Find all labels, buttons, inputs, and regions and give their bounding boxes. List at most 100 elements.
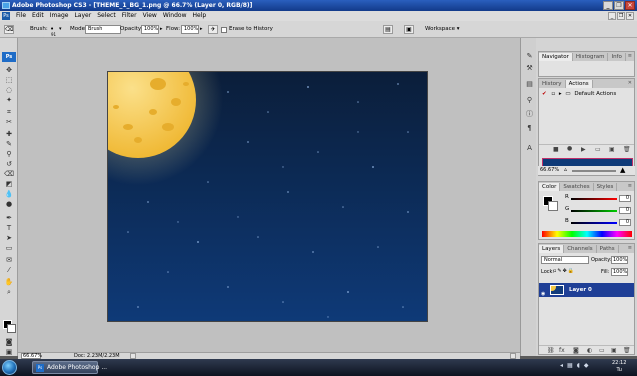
new-group-icon[interactable]: ▭ <box>599 347 605 354</box>
canvas-area[interactable] <box>18 38 520 352</box>
taskbar-photoshop-button[interactable]: Ps Adobe Photoshop ... <box>32 361 107 374</box>
zoom-out-icon[interactable]: ▵ <box>564 166 567 173</box>
menu-file[interactable]: File <box>13 11 29 21</box>
red-slider[interactable] <box>571 198 617 200</box>
zoom-tool-icon[interactable]: ⌕ <box>4 288 14 296</box>
volume-icon[interactable]: ◖ <box>577 362 580 369</box>
eyedropper-tool-icon[interactable]: ⁄ <box>4 266 14 274</box>
brush-picker-chevron-icon[interactable]: ▾ <box>59 21 62 38</box>
color-panel-menu-icon[interactable]: ≡ <box>628 183 632 189</box>
tool-presets-icon[interactable]: ▣ <box>404 25 414 34</box>
notes-tool-icon[interactable]: ✉ <box>4 256 14 264</box>
move-tool-icon[interactable]: ✥ <box>4 66 14 74</box>
menu-select[interactable]: Select <box>94 11 119 21</box>
tab-paths[interactable]: Paths <box>597 245 619 253</box>
delete-icon[interactable]: 🗑 <box>623 146 631 153</box>
type-tool-icon[interactable]: T <box>4 224 14 232</box>
opacity-chevron-icon[interactable]: ▸ <box>160 21 163 38</box>
doc-restore-button[interactable]: ❐ <box>617 12 625 20</box>
eraser-tool-preset-icon[interactable]: ⌫ <box>4 25 14 34</box>
quick-mask-icon[interactable]: ◙ <box>4 338 14 346</box>
taskbar-clock[interactable]: 22:12 Tu <box>612 360 626 374</box>
eraser-tool-icon[interactable]: ⌫ <box>4 170 14 178</box>
pen-tool-icon[interactable]: ✒ <box>4 214 14 222</box>
document-canvas[interactable] <box>107 71 428 322</box>
dodge-tool-icon[interactable]: ● <box>4 200 14 208</box>
adjustment-layer-icon[interactable]: ◐ <box>587 347 592 354</box>
tab-color[interactable]: Color <box>539 183 561 191</box>
doc-close-button[interactable]: ✕ <box>626 12 634 20</box>
opacity-input[interactable]: 100% <box>141 25 159 34</box>
green-slider[interactable] <box>571 210 617 212</box>
brushes-palette-icon[interactable]: ▤ <box>383 25 393 34</box>
navigator-zoom-value[interactable]: 66.67% <box>540 167 559 173</box>
tab-histogram[interactable]: Histogram <box>573 53 609 61</box>
layer-opacity-input[interactable]: 100% <box>611 256 628 264</box>
tab-actions[interactable]: Actions <box>565 80 593 88</box>
color-spectrum-bar[interactable] <box>542 231 632 237</box>
paragraph-dock-icon[interactable]: ¶ <box>525 124 534 132</box>
record-icon[interactable]: ● <box>567 145 572 152</box>
mode-select[interactable]: Brush <box>85 25 121 34</box>
brushes-dock-icon[interactable]: ✎ <box>525 52 534 60</box>
green-value-input[interactable]: 0 <box>619 207 631 214</box>
blue-slider[interactable] <box>571 222 617 224</box>
new-layer-icon[interactable]: ▣ <box>611 347 617 354</box>
stop-icon[interactable]: ■ <box>553 146 559 153</box>
tab-history[interactable]: History <box>539 80 566 88</box>
character-dock-icon[interactable]: A <box>525 144 534 152</box>
history-brush-tool-icon[interactable]: ↺ <box>4 160 14 168</box>
info-dock-icon[interactable]: ⓘ <box>525 110 534 118</box>
tool-presets-dock-icon[interactable]: ⚒ <box>525 64 534 72</box>
gradient-tool-icon[interactable]: ◩ <box>4 180 14 188</box>
minimize-button[interactable]: _ <box>603 1 613 10</box>
menu-filter[interactable]: Filter <box>119 11 140 21</box>
layers-panel-menu-icon[interactable]: ≡ <box>628 245 632 251</box>
brush-tool-icon[interactable]: ✎ <box>4 140 14 148</box>
clone-source-dock-icon[interactable]: ⚲ <box>525 96 534 104</box>
erase-to-history-checkbox[interactable] <box>221 27 227 33</box>
link-layers-icon[interactable]: ⛓ <box>547 347 555 354</box>
new-set-icon[interactable]: ▭ <box>595 146 601 153</box>
panel-menu-icon[interactable]: ≡ <box>628 53 632 59</box>
layer-fill-input[interactable]: 100% <box>611 268 628 276</box>
blue-value-input[interactable]: 0 <box>619 219 631 226</box>
layer-comps-dock-icon[interactable]: ▤ <box>525 80 534 88</box>
blend-mode-select[interactable]: Normal <box>541 256 589 264</box>
document-icon[interactable]: Ps <box>2 12 10 20</box>
workspace-menu[interactable]: Workspace ▾ <box>425 21 460 38</box>
menu-window[interactable]: Window <box>160 11 190 21</box>
layer-name[interactable]: Layer 0 <box>569 283 592 297</box>
lasso-tool-icon[interactable]: ◌ <box>4 86 14 94</box>
zoom-in-icon[interactable]: ▲ <box>620 166 625 174</box>
hand-tool-icon[interactable]: ✋ <box>4 278 14 286</box>
tab-layers[interactable]: Layers <box>539 245 565 253</box>
layer-style-icon[interactable]: fx <box>559 347 565 354</box>
tray-icon-2[interactable]: ◆ <box>584 362 589 369</box>
menu-image[interactable]: Image <box>47 11 72 21</box>
screen-mode-icon[interactable]: ▣ <box>4 348 14 356</box>
play-icon[interactable]: ▶ <box>581 146 586 153</box>
slice-tool-icon[interactable]: ✂ <box>4 118 14 126</box>
close-button[interactable]: ✕ <box>625 1 635 10</box>
clone-stamp-tool-icon[interactable]: ⚲ <box>4 150 14 158</box>
layer-mask-icon[interactable]: ◙ <box>573 347 579 354</box>
blur-tool-icon[interactable]: 💧 <box>4 190 14 198</box>
marquee-tool-icon[interactable]: ⬚ <box>4 76 14 84</box>
doc-minimize-button[interactable]: _ <box>608 12 616 20</box>
menu-help[interactable]: Help <box>190 11 210 21</box>
airbrush-icon[interactable]: ✈ <box>208 25 218 34</box>
actions-close-icon[interactable]: ✕ <box>628 80 632 86</box>
tab-styles[interactable]: Styles <box>594 183 618 191</box>
flow-chevron-icon[interactable]: ▸ <box>200 21 203 38</box>
visibility-eye-icon[interactable]: ◉ <box>541 287 545 301</box>
healing-brush-tool-icon[interactable]: ✚ <box>4 130 14 138</box>
flow-input[interactable]: 100% <box>181 25 199 34</box>
delete-layer-icon[interactable]: 🗑 <box>623 347 631 354</box>
menu-layer[interactable]: Layer <box>71 11 94 21</box>
tray-icon-1[interactable]: ◂ <box>560 362 563 369</box>
color-background-swatch[interactable] <box>548 201 558 211</box>
navigator-zoom-slider[interactable] <box>572 170 616 172</box>
restore-button[interactable]: ❐ <box>614 1 624 10</box>
crop-tool-icon[interactable]: ⌗ <box>4 108 14 116</box>
